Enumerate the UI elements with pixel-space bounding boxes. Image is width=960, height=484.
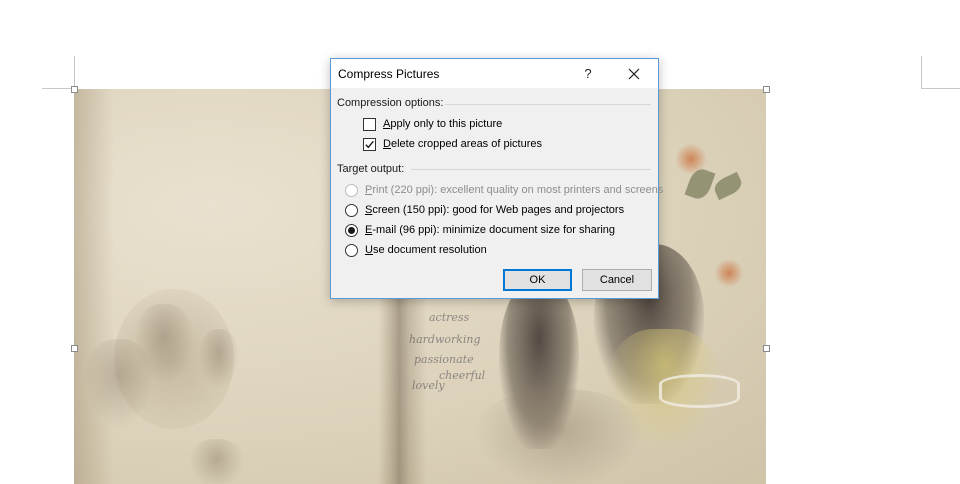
group-divider (445, 104, 651, 105)
email-96-ppi-radio[interactable]: E-mail (96 ppi): minimize document size … (345, 222, 615, 238)
use-document-resolution-radio[interactable]: Use document resolution (345, 242, 487, 258)
delete-cropped-areas-checkbox[interactable]: Delete cropped areas of pictures (363, 136, 542, 152)
portrait-skirt (474, 389, 644, 484)
handwriting-word: actress (429, 311, 470, 324)
stool-seat (659, 374, 740, 408)
pressed-leaf (711, 171, 745, 201)
handwriting-word: cheerful (439, 369, 486, 382)
resize-handle-middle-right[interactable] (763, 345, 770, 352)
pressed-flower (714, 259, 744, 287)
resize-handle-top-left[interactable] (71, 86, 78, 93)
compress-pictures-dialog: Compress Pictures ? Compression options:… (330, 58, 663, 299)
cancel-button[interactable]: Cancel (582, 269, 652, 291)
checkbox-box[interactable] (363, 137, 376, 151)
ok-button[interactable]: OK (503, 269, 572, 291)
margin-mark-top-right-vertical (921, 56, 922, 89)
screen-150-ppi-radio[interactable]: Screen (150 ppi): good for Web pages and… (345, 202, 624, 218)
faint-figure (199, 329, 239, 389)
close-button[interactable] (619, 63, 649, 85)
resize-handle-middle-left[interactable] (71, 345, 78, 352)
compression-options-label: Compression options: (337, 97, 444, 109)
apply-only-to-this-picture-checkbox[interactable]: Apply only to this picture (363, 116, 502, 132)
radio-label: Print (220 ppi): excellent quality on mo… (365, 184, 664, 196)
radio-circle[interactable] (345, 243, 358, 257)
dialog-titlebar[interactable]: Compress Pictures ? (331, 59, 658, 88)
radio-circle[interactable] (345, 183, 358, 197)
checkbox-label: Delete cropped areas of pictures (383, 138, 542, 150)
margin-mark-top-right-horizontal (921, 88, 960, 89)
group-divider (411, 169, 651, 170)
resize-handle-top-right[interactable] (763, 86, 770, 93)
handwriting-word: lovely (412, 379, 445, 392)
faint-figure (189, 439, 244, 484)
checkbox-label: Apply only to this picture (383, 118, 503, 130)
handwriting-word: passionate (414, 353, 474, 366)
checkbox-box[interactable] (363, 117, 376, 131)
faint-figure (134, 304, 194, 384)
dialog-title: Compress Pictures (338, 67, 440, 81)
radio-label: Screen (150 ppi): good for Web pages and… (365, 204, 625, 216)
target-output-label: Target output: (337, 163, 405, 175)
print-220-ppi-radio[interactable]: Print (220 ppi): excellent quality on mo… (345, 182, 663, 198)
radio-selected-dot (348, 226, 355, 234)
radio-label: Use document resolution (365, 244, 487, 256)
handwriting-word: hardworking (409, 333, 481, 346)
margin-mark-top-left-vertical (74, 56, 75, 89)
radio-label: E-mail (96 ppi): minimize document size … (365, 224, 616, 236)
close-icon (628, 68, 640, 80)
radio-circle[interactable] (345, 203, 358, 217)
radio-circle[interactable] (345, 223, 358, 237)
checkmark-icon (365, 140, 374, 148)
help-button[interactable]: ? (574, 63, 602, 85)
